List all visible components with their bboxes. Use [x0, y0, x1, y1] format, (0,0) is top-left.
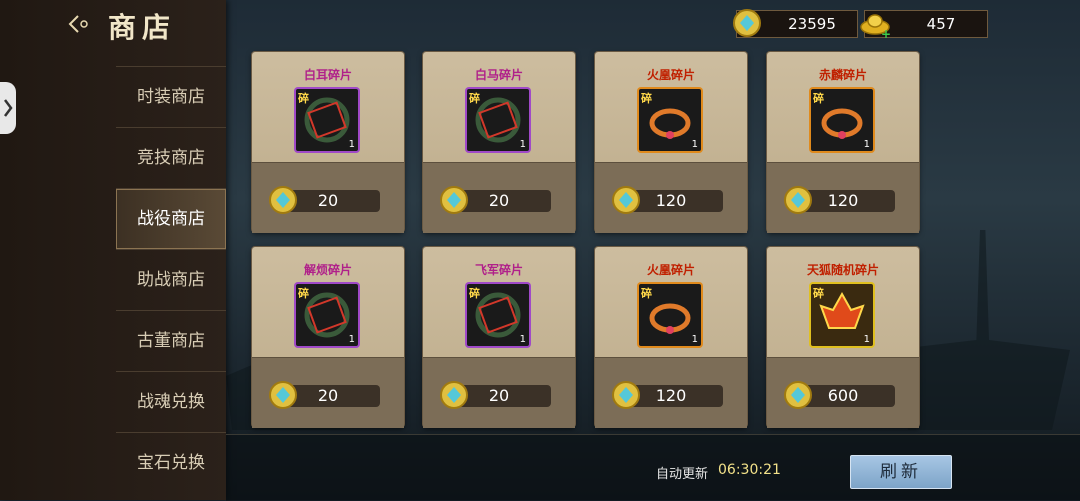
menu-item-6[interactable]: 宝石兑换 [116, 432, 226, 493]
item-quantity: 1 [863, 139, 870, 150]
fragment-tag: 碎 [469, 92, 480, 105]
item-icon[interactable]: 碎1 [811, 89, 873, 151]
item-name: 白马碎片 [474, 68, 523, 82]
item-name: 赤麟碎片 [818, 68, 867, 82]
menu-item-4[interactable]: 古董商店 [116, 310, 226, 371]
item-name: 天狐随机碎片 [806, 263, 879, 277]
menu-item-1[interactable]: 竞技商店 [116, 127, 226, 188]
menu-item-0[interactable]: 时装商店 [116, 66, 226, 127]
gold-amount: 457 [926, 15, 956, 33]
silver-currency: 23595 [733, 9, 858, 38]
fragment-tag: 碎 [813, 92, 824, 105]
coin-icon [269, 381, 297, 409]
fragment-tag: 碎 [641, 287, 652, 300]
item-name: 飞军碎片 [474, 263, 523, 277]
fragment-tag: 碎 [813, 287, 824, 300]
fragment-tag: 碎 [298, 92, 309, 105]
auto-refresh-label: 自动更新 [656, 467, 709, 482]
menu-item-5[interactable]: 战魂兑换 [116, 371, 226, 432]
shop-item-card[interactable]: 火凰碎片碎 1 120 [595, 52, 747, 233]
svg-text:+: + [881, 27, 891, 39]
coin-icon [440, 381, 468, 409]
coin-icon [784, 381, 812, 409]
item-quantity: 1 [691, 334, 698, 345]
item-icon[interactable]: 碎1 [296, 284, 358, 346]
price-area: 120 [595, 162, 747, 233]
item-icon[interactable]: 碎1 [467, 284, 529, 346]
silver-amount: 23595 [788, 15, 836, 33]
coin-icon [784, 186, 812, 214]
gold-currency: + 457 [860, 10, 988, 39]
fragment-tag: 碎 [641, 92, 652, 105]
price-area: 20 [423, 162, 575, 233]
item-quantity: 1 [348, 334, 355, 345]
item-quantity: 1 [691, 139, 698, 150]
price-area: 120 [767, 162, 919, 233]
price-area: 600 [767, 357, 919, 428]
coin-icon [612, 186, 640, 214]
refresh-button[interactable]: 刷新 [850, 455, 952, 489]
fragment-tag: 碎 [298, 287, 309, 300]
shop-menu: 时装商店 竞技商店 战役商店 助战商店 古董商店 战魂兑换 宝石兑换 [116, 66, 226, 493]
shop-item-card[interactable]: 白耳碎片碎 1 20 [252, 52, 404, 233]
item-quantity: 1 [519, 334, 526, 345]
item-icon[interactable]: 碎1 [467, 89, 529, 151]
fragment-tag: 碎 [469, 287, 480, 300]
shop-item-card[interactable]: 解烦碎片碎 1 20 [252, 247, 404, 428]
item-icon[interactable]: 碎1 [811, 284, 873, 346]
expand-tab[interactable] [0, 82, 16, 134]
chevron-right-icon [4, 99, 13, 117]
coin-icon [440, 186, 468, 214]
shop-item-card[interactable]: 飞军碎片碎 1 20 [423, 247, 575, 428]
item-quantity: 1 [519, 139, 526, 150]
gold-ingot-icon: + [860, 14, 891, 39]
item-name: 火凰碎片 [646, 263, 695, 277]
price-area: 20 [252, 357, 404, 428]
shop-item-card[interactable]: 天狐随机碎片碎 1 600 [767, 247, 919, 428]
back-icon[interactable] [66, 10, 94, 38]
sidebar: 商店 时装商店 竞技商店 战役商店 助战商店 古董商店 战魂兑换 宝石兑换 [0, 0, 226, 500]
shop-item-card[interactable]: 赤麟碎片碎 1 120 [767, 52, 919, 233]
coin-icon [269, 186, 297, 214]
item-name: 火凰碎片 [646, 68, 695, 82]
item-quantity: 1 [863, 334, 870, 345]
item-icon[interactable]: 碎1 [639, 284, 701, 346]
price-area: 20 [252, 162, 404, 233]
item-name: 解烦碎片 [303, 263, 352, 277]
coin-icon [612, 381, 640, 409]
item-name: 白耳碎片 [303, 68, 352, 82]
menu-item-3[interactable]: 助战商店 [116, 249, 226, 310]
menu-item-2[interactable]: 战役商店 [116, 188, 226, 249]
page-title: 商店 [108, 11, 177, 44]
price-area: 20 [423, 357, 575, 428]
price-area: 120 [595, 357, 747, 428]
shop-item-card[interactable]: 火凰碎片碎 1 120 [595, 247, 747, 428]
item-icon[interactable]: 碎1 [639, 89, 701, 151]
refresh-timer: 06:30:21 [718, 462, 781, 478]
item-quantity: 1 [348, 139, 355, 150]
shop-item-card[interactable]: 白马碎片碎 1 20 [423, 52, 575, 233]
item-icon[interactable]: 碎1 [296, 89, 358, 151]
silver-coin-icon [733, 9, 761, 37]
